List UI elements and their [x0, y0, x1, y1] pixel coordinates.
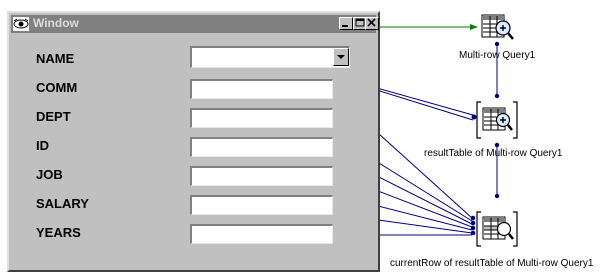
close-button[interactable] — [365, 17, 379, 30]
current-row-label: currentRow of resultTable of Multi-row Q… — [390, 258, 594, 269]
field-label-years: YEARS — [36, 225, 81, 240]
multi-row-query-icon[interactable] — [480, 12, 516, 44]
minimize-button[interactable] — [339, 17, 353, 30]
id-field[interactable] — [190, 137, 333, 157]
multi-row-query-label: Multi-row Query1 — [459, 50, 536, 61]
minimize-icon — [342, 25, 348, 27]
window-titlebar[interactable]: Window — [11, 15, 379, 33]
current-row-icon[interactable] — [475, 210, 519, 248]
field-label-name: NAME — [36, 51, 75, 66]
job-field[interactable] — [190, 166, 333, 186]
close-icon — [367, 18, 376, 27]
dept-field[interactable] — [190, 108, 333, 128]
comm-field[interactable] — [190, 79, 333, 99]
name-combobox[interactable] — [190, 46, 350, 68]
field-label-id: ID — [36, 138, 49, 153]
salary-field[interactable] — [190, 195, 333, 215]
form-window[interactable]: Window NAME COMM DEPT ID JOB SALARY YEAR… — [7, 11, 380, 272]
name-dropdown-button[interactable] — [333, 48, 349, 66]
result-bottom-endpoint — [494, 142, 500, 148]
row-top-endpoint — [494, 193, 500, 199]
years-field[interactable] — [190, 224, 333, 244]
chevron-down-icon — [337, 55, 345, 59]
field-label-salary: SALARY — [36, 196, 89, 211]
window-title: Window — [33, 16, 79, 30]
result-table-icon[interactable] — [475, 100, 519, 140]
query-link-arrowhead — [470, 24, 478, 30]
result-table-label: resultTable of Multi-row Query1 — [424, 148, 563, 159]
eye-icon — [13, 17, 29, 31]
result-top-endpoint — [494, 93, 500, 99]
field-label-job: JOB — [36, 167, 63, 182]
field-label-dept: DEPT — [36, 109, 71, 124]
field-label-comm: COMM — [36, 80, 78, 95]
